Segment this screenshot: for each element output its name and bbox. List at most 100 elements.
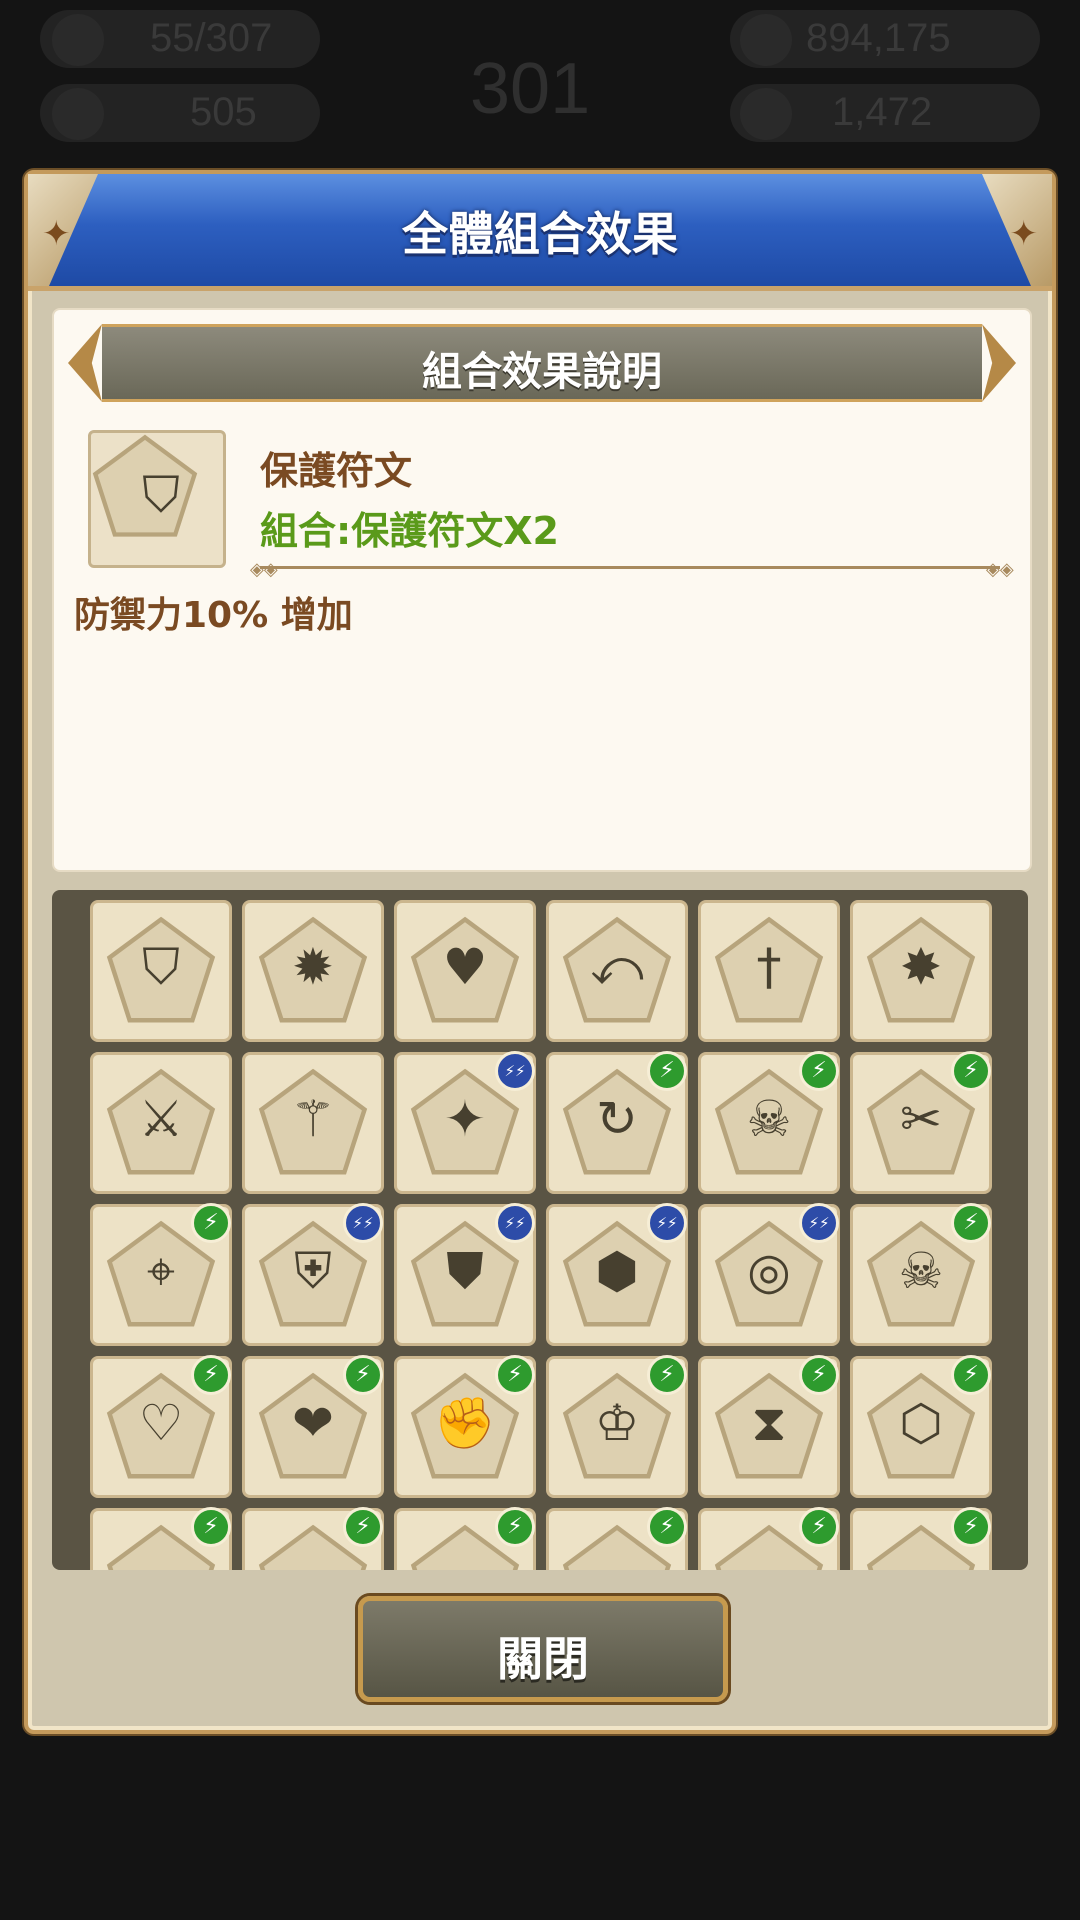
sword-icon: †: [756, 938, 782, 996]
selected-rune-name: 保護符文: [260, 449, 413, 493]
broken-heart-halo-icon: ♡: [138, 1394, 184, 1452]
sword-shield-icon: ⛨: [294, 1242, 332, 1300]
rune-cell[interactable]: ❤ ⚡: [242, 1355, 384, 1498]
drop-hexagon-icon: ⬢: [595, 1242, 639, 1300]
rune-cell[interactable]: ⚡: [546, 1507, 688, 1570]
rune-cell[interactable]: ⛉: [90, 900, 232, 1042]
lightning-badge-icon: ⚡: [951, 1355, 991, 1395]
divider-line: [260, 566, 1000, 569]
skull-cycle-icon: ☠: [746, 1090, 792, 1148]
burst-shield-icon: ⛊: [446, 1242, 484, 1300]
player-level: 301: [470, 49, 591, 129]
lightning-badge-icon: ⚡: [647, 1507, 687, 1547]
rune-cell[interactable]: ✂ ⚡: [850, 1051, 992, 1194]
sword-cycle-icon: ↻: [596, 1090, 638, 1148]
blood-blade-icon: ✂: [900, 1090, 942, 1148]
double-lightning-badge-icon: ⚡⚡: [495, 1051, 535, 1091]
rune-cell[interactable]: †: [698, 900, 840, 1042]
selected-rune-combo: 組合:保護符文X2: [260, 509, 559, 553]
lightning-badge-icon: ⚡: [343, 1355, 383, 1395]
gem-icon: [52, 88, 104, 140]
skull-icon: ☠: [898, 1242, 944, 1300]
crosshair-icon: ⌖: [146, 1242, 176, 1300]
close-button-label: 關閉: [497, 1632, 589, 1686]
rune-cell[interactable]: ✦ ⚡⚡: [394, 1051, 536, 1194]
lightning-badge-icon: ⚡: [647, 1051, 687, 1091]
rune-cell[interactable]: ⚡: [394, 1507, 536, 1570]
honeycomb-icon: ⬡: [899, 1394, 943, 1452]
other-currency-value: 1,472: [832, 90, 933, 134]
rune-cell[interactable]: ✊ ⚡: [394, 1355, 536, 1498]
lightning-badge-icon: ⚡: [799, 1355, 839, 1395]
rune-cell[interactable]: ⛊ ⚡⚡: [394, 1203, 536, 1346]
gold-icon: [740, 14, 792, 66]
heart-icon: ♥: [442, 938, 488, 996]
rune-cell[interactable]: ⚡: [90, 1507, 232, 1570]
rune-cell[interactable]: ⚡: [242, 1507, 384, 1570]
lightning-badge-icon: ⚡: [495, 1355, 535, 1395]
selected-rune-description: 防禦力10% 增加: [74, 595, 353, 636]
lightning-badge-icon: ⚡: [191, 1355, 231, 1395]
combination-effects-dialog: ✦ ✦ 全體組合效果 組合效果說明 ⛉ 保護符文 組合:保護符文X2 ◈◈ ◈◈…: [24, 170, 1056, 1734]
rune-cell[interactable]: ⧗ ⚡: [698, 1355, 840, 1498]
rune-cell[interactable]: ⌖ ⚡: [90, 1203, 232, 1346]
divider-end-icon: ◈◈: [986, 559, 1014, 580]
burst-icon: ✹: [292, 938, 334, 996]
gold-value: 894,175: [806, 16, 951, 60]
shield-icon: ⛉: [142, 938, 180, 996]
rune-cell[interactable]: ⚡: [698, 1507, 840, 1570]
crown-head-icon: ♔: [594, 1394, 640, 1452]
effect-info-panel: 組合效果說明 ⛉ 保護符文 組合:保護符文X2 ◈◈ ◈◈ 防禦力10% 增加: [52, 308, 1032, 872]
banner-arrow-right-icon: [982, 324, 1016, 402]
rune-cell[interactable]: ♔ ⚡: [546, 1355, 688, 1498]
lightning-badge-icon: ⚡: [951, 1051, 991, 1091]
serrated-blade-icon: ⚚: [290, 1090, 336, 1148]
rune-cell[interactable]: ♥: [394, 900, 536, 1042]
lightning-badge-icon: ⚡: [191, 1507, 231, 1547]
double-lightning-badge-icon: ⚡⚡: [799, 1203, 839, 1243]
double-lightning-badge-icon: ⚡⚡: [495, 1203, 535, 1243]
lightning-badge-icon: ⚡: [951, 1507, 991, 1547]
hourglass-cycle-icon: ⧗: [751, 1394, 787, 1452]
sparkles-icon: ✦: [444, 1090, 486, 1148]
rune-cell[interactable]: ☠ ⚡: [698, 1051, 840, 1194]
lightning-badge-icon: ⚡: [647, 1355, 687, 1395]
stamina-value: 55/307: [150, 16, 273, 60]
double-lightning-badge-icon: ⚡⚡: [647, 1203, 687, 1243]
rune-cell[interactable]: ♡ ⚡: [90, 1355, 232, 1498]
concentric-hexagon-icon: ◎: [747, 1242, 791, 1300]
section-banner: 組合效果說明: [68, 324, 1016, 402]
lightning-badge-icon: ⚡: [343, 1507, 383, 1547]
selected-rune-tile: ⛉: [88, 430, 226, 568]
rune-cell[interactable]: ⚔: [90, 1052, 232, 1194]
lightning-badge-icon: ⚡: [799, 1051, 839, 1091]
rune-cell[interactable]: ⚚: [242, 1052, 384, 1194]
divider-end-icon: ◈◈: [250, 559, 278, 580]
rune-cell[interactable]: ⬢ ⚡⚡: [546, 1203, 688, 1346]
rune-cell[interactable]: ⬡ ⚡: [850, 1355, 992, 1498]
dialog-title: 全體組合效果: [402, 207, 678, 261]
banner-arrow-left-icon: [68, 324, 102, 402]
rune-cell[interactable]: ☠ ⚡: [850, 1203, 992, 1346]
other-currency-icon: [740, 88, 792, 140]
fist-icon: ✊: [433, 1394, 497, 1452]
rune-cell[interactable]: ✸: [850, 900, 992, 1042]
gem-value: 505: [190, 90, 257, 134]
lightning-badge-icon: ⚡: [495, 1507, 535, 1547]
rune-cell[interactable]: ⛨ ⚡⚡: [242, 1203, 384, 1346]
lightning-badge-icon: ⚡: [951, 1203, 991, 1243]
sword-burst-icon: ✸: [900, 938, 942, 996]
stamina-icon: [52, 14, 104, 66]
rune-cell[interactable]: ↻ ⚡: [546, 1051, 688, 1194]
rune-cell[interactable]: ⤺: [546, 900, 688, 1042]
rune-cell[interactable]: ⚡: [850, 1507, 992, 1570]
rune-cell[interactable]: ◎ ⚡⚡: [698, 1203, 840, 1346]
close-button[interactable]: 關閉: [358, 1596, 728, 1702]
double-heart-icon: ❤: [292, 1394, 334, 1452]
dialog-title-bar: ✦ ✦ 全體組合效果: [28, 174, 1052, 291]
rune-cell[interactable]: ✹: [242, 900, 384, 1042]
section-title: 組合效果說明: [422, 349, 662, 395]
rune-grid-panel[interactable]: ⛉ ✹ ♥ ⤺ † ✸ ⚔ ⚚ ✦ ⚡⚡ ↻ ⚡ ☠ ⚡ ✂ ⚡ ⌖ ⚡ ⛨ ⚡⚡ ⛊ ⚡⚡ ⬢ ⚡⚡ ◎ ⚡⚡ ☠ ⚡ ♡ ⚡ ❤ ⚡ ✊ ⚡ ♔…: [52, 890, 1028, 1570]
crossed-swords-icon: ⚔: [138, 1090, 184, 1148]
lightning-badge-icon: ⚡: [799, 1507, 839, 1547]
